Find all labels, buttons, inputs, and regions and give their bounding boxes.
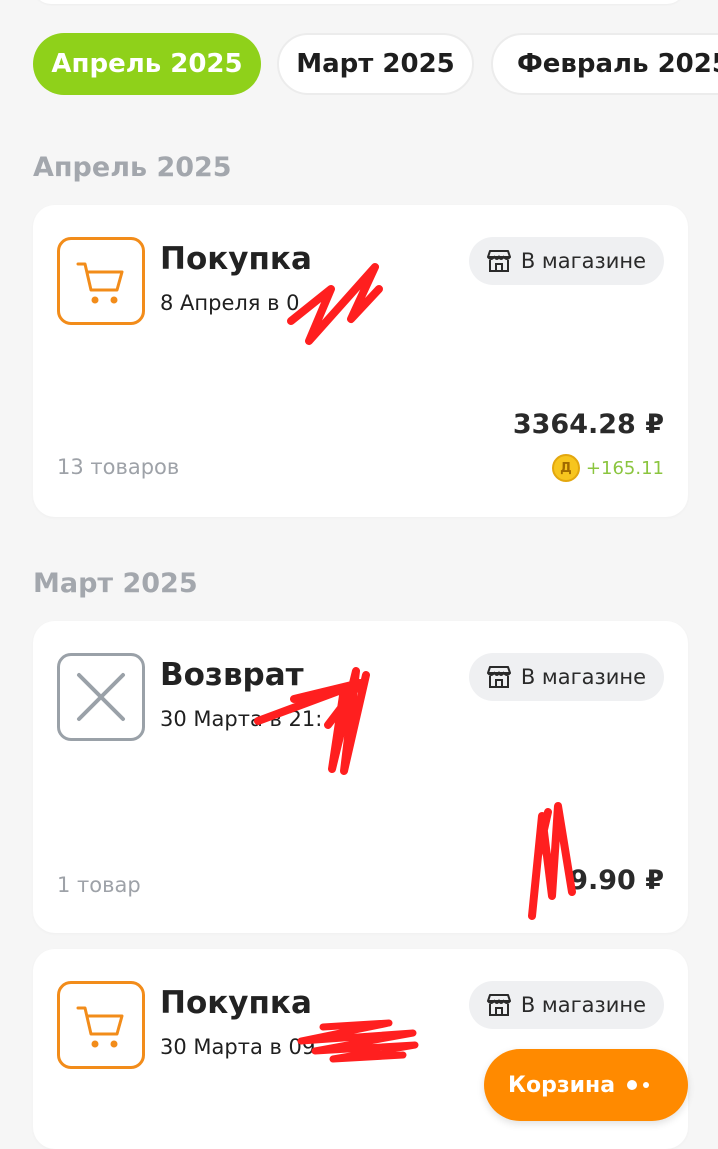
channel-label: В магазине <box>520 249 646 273</box>
month-filter: Апрель 2025 Март 2025 Февраль 2025 <box>0 33 718 97</box>
transaction-type: Возврат <box>160 657 304 693</box>
transaction-amount: 9.90 ₽ <box>569 865 664 896</box>
redaction-scribble <box>528 802 576 920</box>
bonus-points: Д +165.11 <box>551 454 664 482</box>
cart-icon <box>57 981 145 1069</box>
cart-icon <box>57 237 145 325</box>
transaction-date: 8 Апреля в 0 <box>160 291 300 315</box>
bonus-value: +165.11 <box>585 457 664 479</box>
cross-icon <box>57 653 145 741</box>
top-panel <box>33 0 685 4</box>
transaction-type: Покупка <box>160 241 312 277</box>
chip-april-2025[interactable]: Апрель 2025 <box>33 33 261 95</box>
transaction-date: 30 Марта в 09 <box>160 1035 316 1059</box>
transaction-date: 30 Марта в 21: <box>160 707 323 731</box>
channel-label: В магазине <box>520 665 646 689</box>
transaction-type: Покупка <box>160 985 312 1021</box>
channel-label: В магазине <box>520 993 646 1017</box>
items-count: 1 товар <box>57 873 141 897</box>
store-icon <box>486 994 511 1016</box>
store-icon <box>486 666 511 688</box>
chip-march-2025[interactable]: Март 2025 <box>277 33 474 95</box>
channel-badge: В магазине <box>468 653 664 701</box>
loading-dots-icon <box>627 1080 650 1090</box>
channel-badge: В магазине <box>468 237 664 285</box>
items-count: 13 товаров <box>57 455 180 479</box>
store-icon <box>486 250 511 272</box>
coin-icon: Д <box>551 454 580 482</box>
channel-badge: В магазине <box>468 981 664 1029</box>
section-title-april: Апрель 2025 <box>33 152 232 183</box>
cart-button[interactable]: Корзина <box>484 1049 688 1121</box>
transaction-card[interactable]: Возврат 30 Марта в 21: В магазине 9.90 ₽… <box>33 621 688 933</box>
chip-february-2025[interactable]: Февраль 2025 <box>491 33 718 95</box>
cart-button-label: Корзина <box>508 1072 616 1098</box>
section-title-march: Март 2025 <box>33 568 198 599</box>
transaction-card[interactable]: Покупка 8 Апреля в 0 В магазине 3364.28 … <box>33 205 688 517</box>
transaction-amount: 3364.28 ₽ <box>512 409 664 440</box>
